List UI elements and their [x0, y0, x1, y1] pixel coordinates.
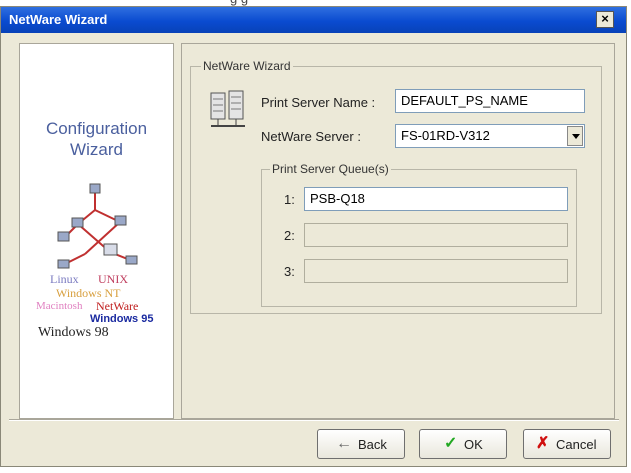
print-server-queue-group: Print Server Queue(s) 1: PSB-Q18 2: 3: [261, 162, 577, 307]
ok-button[interactable]: ✓ OK [419, 429, 507, 459]
netware-server-label: NetWare Server : [261, 129, 361, 144]
cancel-button[interactable]: ✗ Cancel [523, 429, 611, 459]
os-label-unix: UNIX [98, 272, 128, 286]
checkmark-icon: ✓ [444, 435, 458, 452]
ok-button-label: OK [464, 437, 483, 452]
queue-2-label: 2: [284, 228, 295, 243]
os-label-linux: Linux [50, 272, 79, 286]
close-button[interactable]: × [596, 11, 614, 28]
print-server-name-label: Print Server Name : [261, 95, 376, 110]
os-label-windows-95: Windows 95 [90, 313, 154, 325]
os-label-windows-98: Windows 98 [38, 325, 109, 340]
title-bar[interactable]: NetWare Wizard × [1, 7, 626, 33]
wizard-content-panel: NetWare Wizard Print Server Name : DEFAU… [181, 43, 615, 419]
queue-3-label: 3: [284, 264, 295, 279]
back-button[interactable]: ← Back [317, 429, 405, 459]
window-title: NetWare Wizard [9, 12, 108, 27]
cancel-x-icon: ✗ [536, 435, 550, 452]
os-label-netware: NetWare [96, 299, 139, 313]
queue-1-input[interactable]: PSB-Q18 [304, 187, 568, 211]
queue-2-input[interactable] [304, 223, 568, 247]
footer-separator [9, 419, 619, 421]
netware-server-select[interactable]: FS-01RD-V312 [395, 124, 585, 148]
back-arrow-icon: ← [336, 435, 352, 452]
queue-group-legend: Print Server Queue(s) [270, 162, 391, 176]
os-label-macintosh: Macintosh [36, 300, 83, 312]
group-legend: NetWare Wizard [201, 59, 293, 73]
network-diagram-icon [57, 183, 138, 269]
back-button-label: Back [358, 437, 387, 452]
queue-3-input[interactable] [304, 259, 568, 283]
print-server-name-input[interactable]: DEFAULT_PS_NAME [395, 89, 585, 113]
queue-1-label: 1: [284, 192, 295, 207]
cancel-button-label: Cancel [556, 437, 597, 452]
netware-wizard-group: NetWare Wizard Print Server Name : DEFAU… [190, 59, 602, 314]
netware-server-value: FS-01RD-V312 [401, 128, 490, 143]
configuration-wizard-title: Configuration Wizard [20, 118, 173, 160]
print-server-icon [210, 90, 245, 127]
netware-wizard-window: NetWare Wizard × Configuration Wizard Li… [0, 6, 627, 467]
wizard-banner-panel: Configuration Wizard Linux UNIX Windows … [19, 43, 174, 419]
banner-title-line1: Configuration [45, 119, 148, 138]
chevron-down-icon[interactable] [567, 126, 583, 146]
banner-title-line2: Wizard [70, 140, 123, 159]
